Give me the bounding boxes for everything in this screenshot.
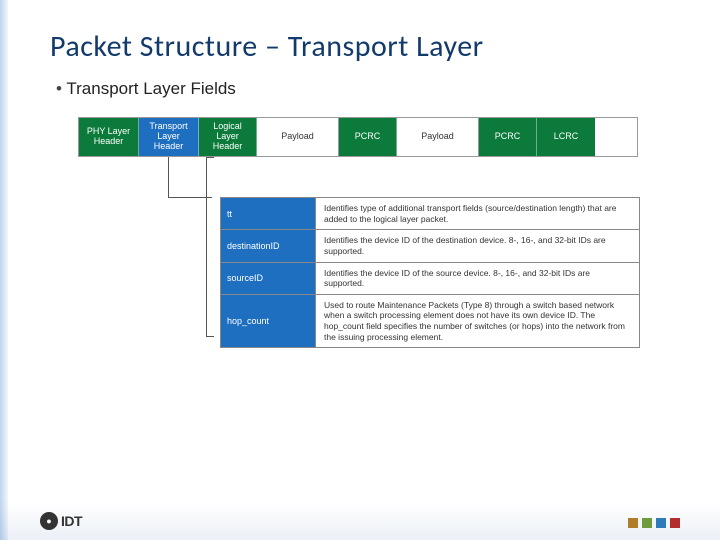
seg-transport-layer-header: Transport Layer Header xyxy=(139,118,199,156)
square-icon-3 xyxy=(656,518,666,528)
square-icon-2 xyxy=(642,518,652,528)
logo-badge-icon: ● xyxy=(40,512,58,530)
field-row-tt: tt Identifies type of additional transpo… xyxy=(220,197,640,229)
seg-logical-layer-header: Logical Layer Header xyxy=(199,118,257,156)
field-desc-destinationid: Identifies the device ID of the destinat… xyxy=(316,230,640,261)
bullet-transport-layer-fields: Transport Layer Fields xyxy=(56,79,680,99)
field-desc-sourceid: Identifies the device ID of the source d… xyxy=(316,263,640,294)
field-row-destinationid: destinationID Identifies the device ID o… xyxy=(220,229,640,261)
seg-payload-2: Payload xyxy=(397,118,479,156)
slide-title: Packet Structure – Transport Layer xyxy=(50,28,680,65)
field-row-hopcount: hop_count Used to route Maintenance Pack… xyxy=(220,294,640,349)
connector-bracket xyxy=(206,157,214,337)
slide-content: Packet Structure – Transport Layer Trans… xyxy=(0,0,720,540)
field-name-tt: tt xyxy=(220,198,316,229)
field-name-hopcount: hop_count xyxy=(220,295,316,348)
square-icon-1 xyxy=(628,518,638,528)
seg-phy-layer-header: PHY Layer Header xyxy=(79,118,139,156)
field-row-sourceid: sourceID Identifies the device ID of the… xyxy=(220,262,640,294)
slide-footer: ● IDT xyxy=(0,502,720,540)
field-table: tt Identifies type of additional transpo… xyxy=(220,197,640,348)
field-name-destinationid: destinationID xyxy=(220,230,316,261)
logo-text: IDT xyxy=(61,513,82,529)
square-icon-4 xyxy=(670,518,680,528)
field-name-sourceid: sourceID xyxy=(220,263,316,294)
footer-squares xyxy=(628,518,680,528)
seg-pcrc-1: PCRC xyxy=(339,118,397,156)
connector-lines xyxy=(78,157,638,197)
seg-lcrc: LCRC xyxy=(537,118,595,156)
packet-structure-row: PHY Layer Header Transport Layer Header … xyxy=(78,117,638,157)
field-desc-tt: Identifies type of additional transport … xyxy=(316,198,640,229)
seg-pcrc-2: PCRC xyxy=(479,118,537,156)
seg-payload-1: Payload xyxy=(257,118,339,156)
packet-diagram: PHY Layer Header Transport Layer Header … xyxy=(78,117,638,348)
field-desc-hopcount: Used to route Maintenance Packets (Type … xyxy=(316,295,640,348)
connector-vertical xyxy=(168,157,169,197)
idt-logo: ● IDT xyxy=(40,512,82,530)
